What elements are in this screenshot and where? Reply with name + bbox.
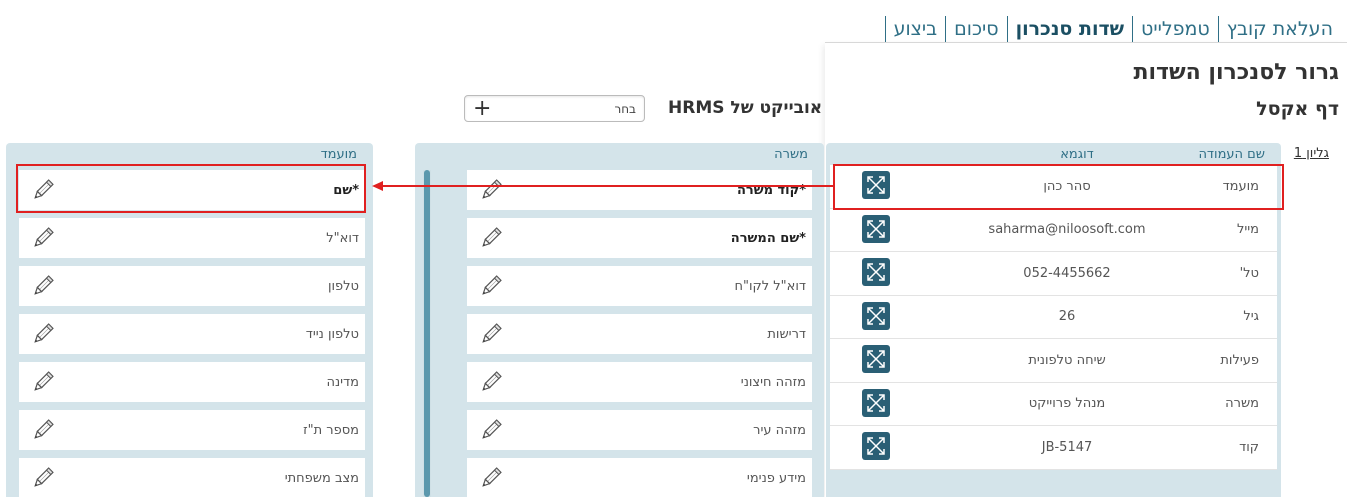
sheet-link[interactable]: גליון 1 (1294, 146, 1329, 161)
pencil-icon[interactable] (479, 370, 503, 394)
field-label: דרישות (767, 326, 806, 342)
excel-rows: מועמד סהר כהן מייל saharma@niloosoft.com טל'… (830, 165, 1277, 470)
example-value: 26 (1058, 309, 1076, 325)
field-item[interactable]: מידע פנימי (467, 458, 812, 497)
tab-upload-file[interactable]: העלאת קובץ (1217, 16, 1341, 42)
pencil-icon[interactable] (31, 226, 55, 250)
field-item[interactable]: דוא"ל לקו"ח (467, 266, 812, 306)
example-value: מנהל פרוייקט (1028, 396, 1106, 412)
pencil-icon[interactable] (479, 226, 503, 250)
column-name: גיל (1243, 309, 1259, 325)
field-label: מידע פנימי (746, 470, 806, 486)
example-value: JB-5147 (1041, 439, 1093, 455)
add-object-button[interactable]: + (473, 97, 491, 120)
drag-handle-icon[interactable] (862, 171, 890, 199)
pencil-icon[interactable] (479, 274, 503, 298)
drag-handle-icon[interactable] (862, 214, 890, 243)
select-value[interactable]: בחר (614, 102, 636, 116)
pencil-icon[interactable] (31, 370, 55, 394)
candidate-fields-panel: מועמד *שם דוא"ל טלפון טלפון נייד מדינה מספר ת… (6, 143, 373, 497)
position-field-list: *קוד משרה *שם המשרה דוא"ל לקו"ח דרישות מזהה … (467, 170, 812, 497)
field-label: דוא"ל (326, 230, 359, 246)
excel-row: משרה מנהל פרוייקט (830, 383, 1277, 426)
drag-handle-icon[interactable] (862, 432, 890, 460)
wizard-tabs: העלאת קובץ טמפלייט שדות סנכרון סיכום ביצ… (884, 16, 1341, 42)
excel-row: גיל 26 (830, 296, 1277, 339)
field-label: מזהה חיצוני (740, 374, 806, 390)
pencil-icon[interactable] (31, 466, 55, 490)
column-name: מייל (1236, 222, 1259, 238)
field-label: מספר ת"ז (303, 422, 359, 438)
example-header: דוגמא (1060, 146, 1094, 162)
field-item[interactable]: טלפון נייד (19, 314, 365, 354)
field-label: מדינה (326, 374, 359, 390)
column-name: טל' (1239, 265, 1259, 281)
drag-handle-icon[interactable] (862, 388, 890, 417)
hrms-object-label: אובייקט של HRMS (668, 98, 823, 118)
scrollbar-thumb[interactable] (424, 170, 430, 497)
pencil-icon[interactable] (479, 466, 503, 490)
tab-template[interactable]: טמפלייט (1132, 16, 1218, 42)
position-fields-panel: משרה *קוד משרה *שם המשרה דוא"ל לקו"ח דרישות… (415, 143, 824, 497)
field-label: מצב משפחתי (284, 470, 359, 486)
field-item[interactable]: מדינה (19, 362, 365, 402)
tab-summary[interactable]: סיכום (945, 16, 1006, 42)
pencil-icon[interactable] (479, 418, 503, 442)
field-item[interactable]: דוא"ל (19, 218, 365, 258)
excel-row: מייל saharma@niloosoft.com (830, 209, 1277, 252)
column-name-header: שם העמודה (1198, 146, 1265, 162)
field-label: טלפון נייד (305, 326, 359, 342)
tab-execute[interactable]: ביצוע (884, 16, 946, 42)
field-label: מזהה עיר (753, 422, 806, 438)
pencil-icon[interactable] (31, 322, 55, 346)
field-item[interactable]: טלפון (19, 266, 365, 306)
column-name: פעילות (1220, 352, 1259, 368)
column-name: משרה (1225, 396, 1259, 412)
example-value: סהר כהן (1043, 178, 1091, 194)
pencil-icon[interactable] (479, 322, 503, 346)
drag-handle-icon[interactable] (862, 301, 890, 330)
excel-row: פעילות שיחה טלפונית (830, 339, 1277, 383)
excel-row: קוד JB-5147 (830, 426, 1277, 470)
field-item[interactable]: דרישות (467, 314, 812, 354)
field-item[interactable]: *שם המשרה (467, 218, 812, 258)
field-item[interactable]: מצב משפחתי (19, 458, 365, 497)
field-label: *שם (333, 182, 359, 198)
example-value: saharma@niloosoft.com (988, 222, 1146, 238)
drag-arrow-icon (372, 181, 835, 191)
field-label: טלפון (327, 278, 359, 294)
field-item[interactable]: מזהה עיר (467, 410, 812, 450)
page-title: גרור לסנכרון השדות (1133, 60, 1339, 85)
field-item[interactable]: מזהה חיצוני (467, 362, 812, 402)
field-label: דוא"ל לקו"ח (734, 278, 806, 294)
column-name: מועמד (1222, 178, 1259, 194)
excel-header: שם העמודה דוגמא (826, 143, 1281, 165)
excel-row: מועמד סהר כהן (830, 165, 1277, 209)
excel-columns-panel: שם העמודה דוגמא מועמד סהר כהן מייל saharma@… (826, 143, 1281, 497)
pencil-icon[interactable] (31, 418, 55, 442)
candidate-field-list: *שם דוא"ל טלפון טלפון נייד מדינה מספר ת"ז מצב … (19, 170, 365, 497)
column-name: קוד (1239, 439, 1259, 455)
sheet-title: דף אקסל (1256, 98, 1339, 120)
pencil-icon[interactable] (31, 178, 55, 202)
hrms-object-select[interactable]: + בחר (464, 95, 645, 122)
example-value: 052-4455662 (1023, 265, 1111, 281)
tabs-divider (825, 42, 1347, 43)
pencil-icon[interactable] (31, 274, 55, 298)
field-label: *שם המשרה (730, 230, 806, 246)
candidate-panel-header: מועמד (320, 147, 357, 162)
position-panel-header: משרה (774, 147, 808, 162)
drag-handle-icon[interactable] (862, 258, 890, 286)
tab-sync-fields[interactable]: שדות סנכרון (1006, 16, 1132, 42)
example-value: שיחה טלפונית (1028, 352, 1106, 368)
field-item[interactable]: *שם (19, 170, 365, 210)
drag-handle-icon[interactable] (862, 345, 890, 373)
field-item[interactable]: מספר ת"ז (19, 410, 365, 450)
excel-row: טל' 052-4455662 (830, 252, 1277, 296)
